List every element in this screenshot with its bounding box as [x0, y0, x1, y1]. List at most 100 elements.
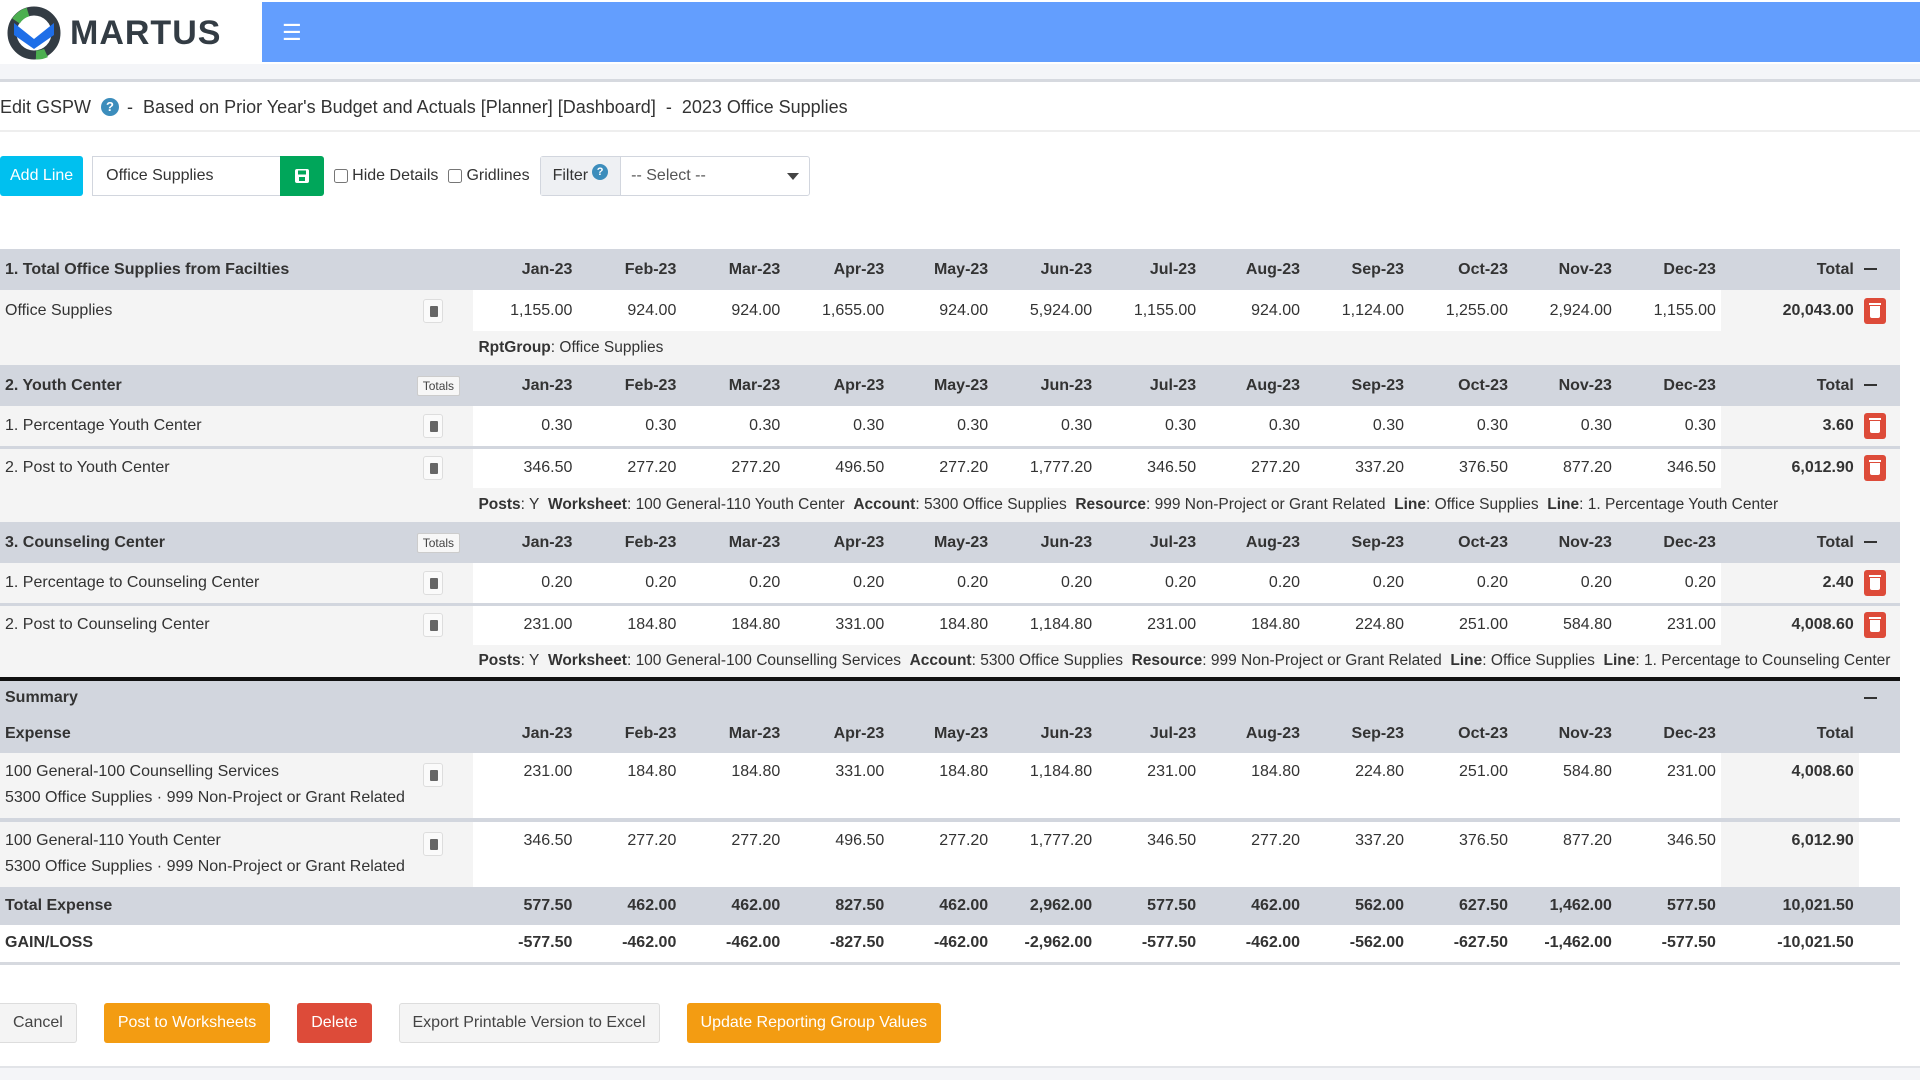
delete-button[interactable]: Delete: [297, 1003, 372, 1043]
trash-icon[interactable]: [1863, 297, 1886, 324]
month-value[interactable]: 231.00: [473, 602, 578, 645]
collapse-icon[interactable]: [1863, 384, 1877, 387]
hamburger-icon[interactable]: ☰: [282, 20, 302, 46]
export-excel-button[interactable]: Export Printable Version to Excel: [398, 1003, 660, 1043]
hide-details-checkbox[interactable]: [334, 169, 349, 183]
month-value[interactable]: 251.00: [1409, 602, 1513, 645]
month-value[interactable]: 0.20: [1409, 563, 1513, 604]
month-value[interactable]: 331.00: [785, 602, 890, 645]
collapse-icon[interactable]: [1863, 696, 1877, 699]
calculator-icon[interactable]: [422, 763, 443, 787]
month-value[interactable]: 184.80: [889, 602, 994, 645]
totals-button[interactable]: Totals: [416, 375, 461, 396]
post-to-worksheets-button[interactable]: Post to Worksheets: [103, 1003, 271, 1043]
month-value[interactable]: 346.50: [1097, 445, 1202, 488]
month-value[interactable]: 1,184.80: [993, 602, 1098, 645]
gridlines-checkbox[interactable]: [448, 169, 463, 183]
month-value[interactable]: 924.00: [681, 290, 786, 331]
month-value[interactable]: 0.30: [1616, 406, 1721, 447]
month-value[interactable]: 0.30: [1512, 406, 1617, 447]
month-value[interactable]: 0.30: [785, 406, 890, 447]
month-value[interactable]: 924.00: [1201, 290, 1306, 331]
hide-details-toggle[interactable]: Hide Details: [334, 167, 438, 185]
calculator-icon[interactable]: [422, 298, 443, 323]
name-input[interactable]: [92, 156, 281, 196]
month-value[interactable]: 0.20: [993, 563, 1098, 604]
month-value[interactable]: 496.50: [785, 445, 890, 488]
month-value[interactable]: 0.30: [1201, 406, 1306, 447]
month-value[interactable]: 877.20: [1512, 445, 1617, 488]
detail-value: Office Supplies: [1434, 496, 1539, 513]
month-value[interactable]: 231.00: [1097, 602, 1202, 645]
month-value[interactable]: 1,777.20: [993, 445, 1098, 488]
month-value[interactable]: 1,155.00: [473, 290, 578, 331]
month-value[interactable]: 1,155.00: [1616, 290, 1721, 331]
month-value[interactable]: 346.50: [1616, 445, 1721, 488]
add-line-button[interactable]: Add Line: [0, 156, 84, 196]
month-header: Aug-23: [1201, 365, 1306, 406]
calculator-icon[interactable]: [422, 613, 443, 638]
summary-title-row: Summary: [0, 677, 1900, 715]
calculator-icon[interactable]: [422, 570, 443, 595]
month-value[interactable]: 0.20: [889, 563, 994, 604]
calculator-icon[interactable]: [422, 413, 443, 438]
cancel-button[interactable]: Cancel: [0, 1003, 77, 1043]
line-total: 20,043.00: [1720, 290, 1859, 331]
month-value[interactable]: 0.30: [993, 406, 1098, 447]
help-icon[interactable]: ?: [101, 98, 120, 116]
month-value[interactable]: 0.20: [1097, 563, 1202, 604]
month-value[interactable]: 184.80: [681, 602, 786, 645]
month-value[interactable]: 584.80: [1512, 602, 1617, 645]
month-value[interactable]: 0.20: [785, 563, 890, 604]
month-value[interactable]: 1,155.00: [1097, 290, 1202, 331]
update-reporting-group-button[interactable]: Update Reporting Group Values: [686, 1003, 942, 1043]
month-value[interactable]: 924.00: [889, 290, 994, 331]
month-value[interactable]: 277.20: [577, 445, 682, 488]
month-value[interactable]: 0.30: [1305, 406, 1410, 447]
filter-select[interactable]: -- Select --: [621, 157, 809, 195]
trash-icon[interactable]: [1863, 412, 1886, 439]
collapse-icon[interactable]: [1863, 541, 1877, 544]
month-value[interactable]: 0.30: [473, 406, 578, 447]
month-value[interactable]: 0.30: [1409, 406, 1513, 447]
month-value[interactable]: 1,655.00: [785, 290, 890, 331]
month-value[interactable]: 0.20: [1201, 563, 1306, 604]
month-value[interactable]: 376.50: [1409, 445, 1513, 488]
month-value[interactable]: 277.20: [889, 445, 994, 488]
collapse-icon[interactable]: [1863, 268, 1877, 271]
trash-icon[interactable]: [1863, 455, 1886, 482]
month-value[interactable]: 0.30: [889, 406, 994, 447]
month-value[interactable]: 0.20: [1512, 563, 1617, 604]
detail-spacer: [0, 488, 474, 522]
trash-icon[interactable]: [1863, 612, 1886, 639]
brand-logo[interactable]: MARTUS: [6, 4, 221, 62]
month-value[interactable]: 1,124.00: [1305, 290, 1410, 331]
calculator-icon[interactable]: [422, 832, 443, 856]
month-value[interactable]: 0.30: [681, 406, 786, 447]
month-value[interactable]: 2,924.00: [1512, 290, 1617, 331]
month-value[interactable]: 224.80: [1305, 602, 1410, 645]
month-value[interactable]: 0.20: [1616, 563, 1721, 604]
calculator-icon[interactable]: [422, 456, 443, 481]
totals-button[interactable]: Totals: [416, 532, 461, 553]
month-value[interactable]: 346.50: [473, 445, 578, 488]
month-value[interactable]: 337.20: [1305, 445, 1410, 488]
month-value[interactable]: 184.80: [1201, 602, 1306, 645]
month-value[interactable]: 0.20: [577, 563, 682, 604]
month-value[interactable]: 0.20: [681, 563, 786, 604]
month-value[interactable]: 0.30: [577, 406, 682, 447]
trash-icon[interactable]: [1863, 569, 1886, 596]
month-value[interactable]: 0.30: [1097, 406, 1202, 447]
month-value[interactable]: 1,255.00: [1409, 290, 1513, 331]
month-value[interactable]: 5,924.00: [993, 290, 1098, 331]
save-button[interactable]: [280, 156, 325, 196]
month-value[interactable]: 924.00: [577, 290, 682, 331]
gridlines-toggle[interactable]: Gridlines: [448, 167, 530, 185]
month-value[interactable]: 231.00: [1616, 602, 1721, 645]
month-value[interactable]: 277.20: [681, 445, 786, 488]
help-icon[interactable]: ?: [592, 164, 609, 180]
month-value[interactable]: 184.80: [577, 602, 682, 645]
month-value[interactable]: 277.20: [1201, 445, 1306, 488]
month-value[interactable]: 0.20: [473, 563, 578, 604]
month-value[interactable]: 0.20: [1305, 563, 1410, 604]
